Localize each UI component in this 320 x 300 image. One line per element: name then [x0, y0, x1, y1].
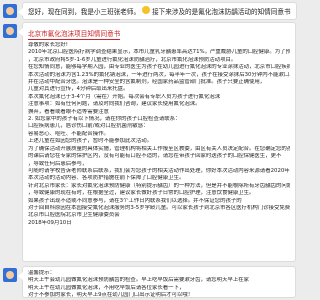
sender-avatar[interactable] [3, 268, 17, 282]
reminder-line: 对于不参加的家长，明天早上9点在幼儿园门口出示证明后才可以哦！ [28, 292, 194, 299]
reminder-line: 明天上午会幼儿园做氟化泡沫预防龋齿的检查。早上吃早饭后需要漱牙齿，请您明天早上在… [28, 277, 250, 284]
avatar-face [6, 271, 14, 279]
reminder-line: 温馨提示： [28, 270, 55, 276]
chat-bubble-reminder[interactable]: 温馨提示： 明天上午会幼儿园做氟化泡沫预防龋齿的检查。早上吃早饭后需要漱牙齿，请… [18, 266, 296, 299]
message-row-3: 温馨提示： 明天上午会幼儿园做氟化泡沫预防龋齿的检查。早上吃早饭后需要漱牙齿，请… [0, 0, 300, 300]
reminder-line: 明天上午在幼儿园做氟化泡沫，不用吃早饭后请各位家长看一下， [28, 284, 185, 291]
